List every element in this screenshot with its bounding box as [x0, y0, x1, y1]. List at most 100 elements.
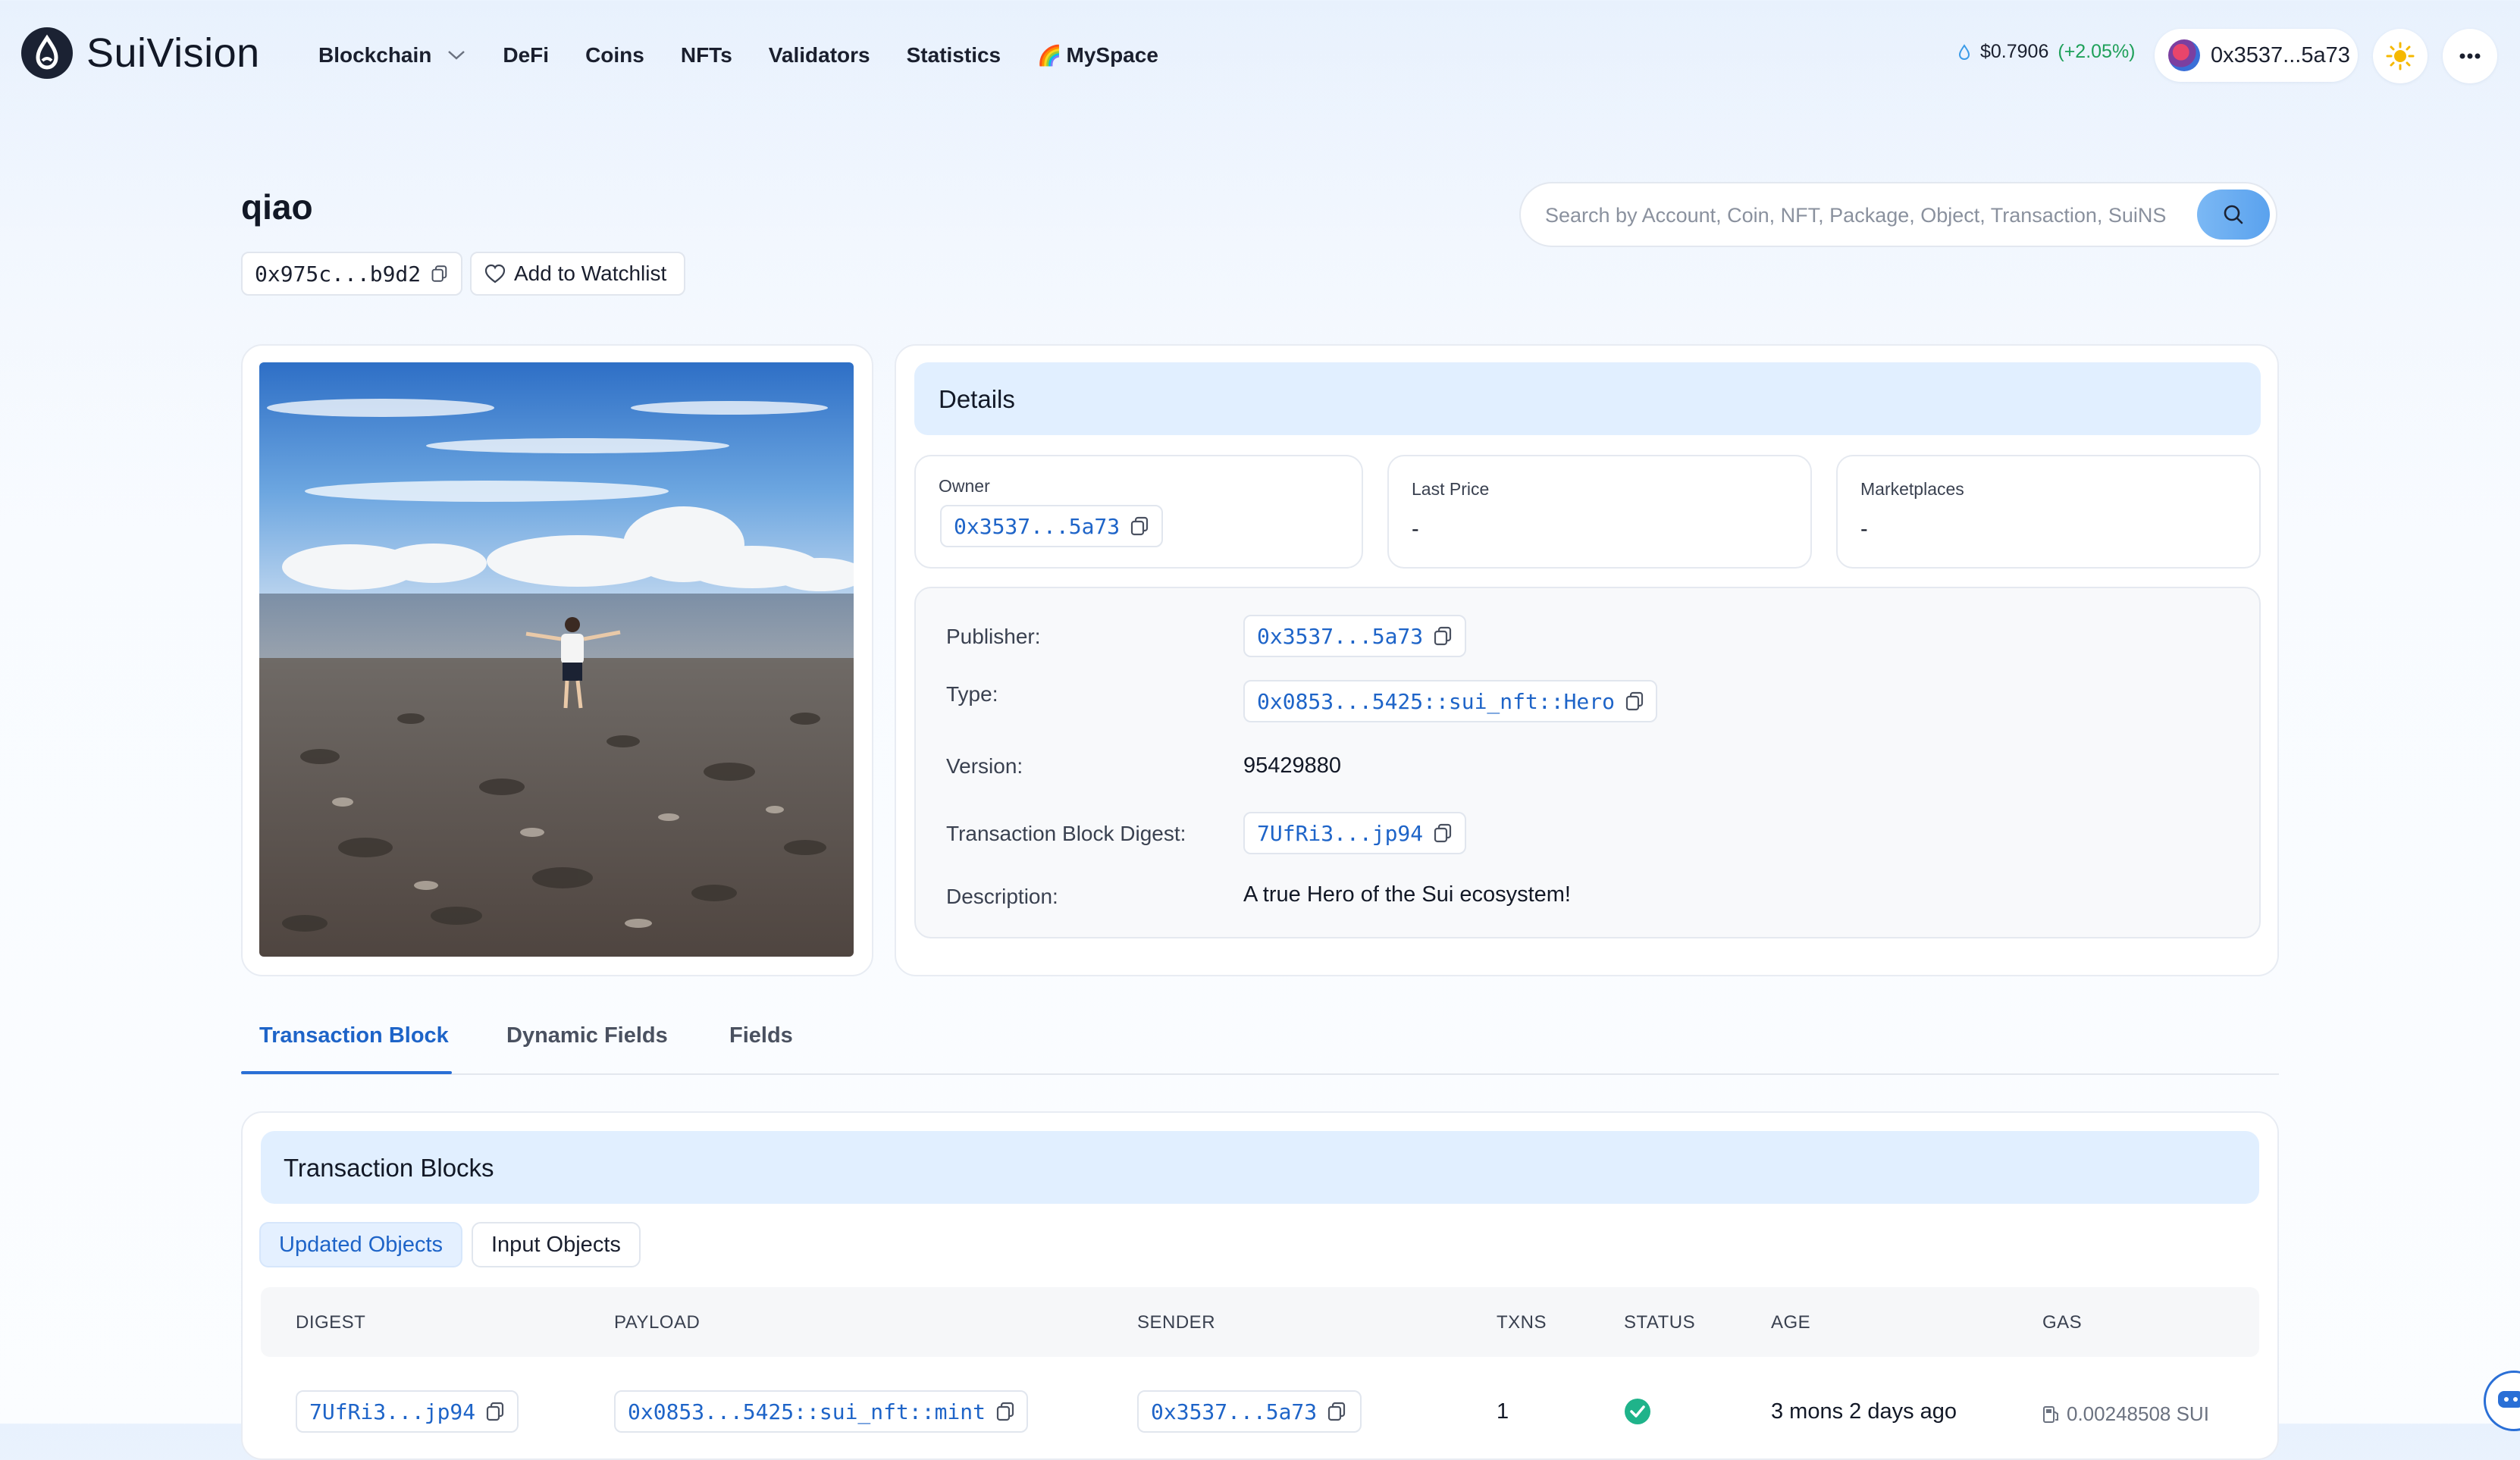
rainbow-icon: 🌈: [1037, 43, 1062, 67]
active-tab-indicator: [241, 1071, 452, 1074]
menu-coins[interactable]: Coins: [585, 38, 644, 73]
row-gas: 0.00248508 SUI: [2067, 1402, 2209, 1425]
description-label: Description:: [946, 885, 1058, 908]
wallet-address: 0x3537...5a73: [2211, 42, 2350, 67]
copy-icon[interactable]: [1326, 1401, 1347, 1422]
gas-pump-icon: [2043, 1405, 2058, 1423]
nft-image[interactable]: [259, 362, 854, 957]
object-id-chip[interactable]: 0x975c...b9d2: [241, 252, 462, 296]
copy-icon[interactable]: [430, 263, 449, 284]
tab-fields[interactable]: Fields: [729, 1023, 793, 1048]
column-status: STATUS: [1624, 1312, 1696, 1333]
search-input[interactable]: [1544, 196, 2183, 235]
row-txns: 1: [1497, 1399, 1509, 1424]
row-payload: 0x0853...5425::sui_nft::mint: [628, 1399, 986, 1424]
owner-label: Owner: [939, 476, 990, 496]
last-price-label: Last Price: [1412, 479, 1490, 499]
sui-price-ticker[interactable]: $0.7906 (+2.05%): [1957, 41, 2136, 63]
publisher-label: Publisher:: [946, 625, 1041, 648]
digest-label: Transaction Block Digest:: [946, 822, 1186, 845]
menu-coins-label: Coins: [585, 43, 644, 67]
marketplaces-box: Marketplaces -: [1836, 455, 2261, 569]
version-value: 95429880: [1243, 753, 1342, 778]
tab-divider: [241, 1073, 2279, 1075]
row-digest-chip[interactable]: 7UfRi3...jp94: [296, 1390, 519, 1433]
tab-transaction-block[interactable]: Transaction Block: [259, 1023, 449, 1048]
tab-dynamic-fields[interactable]: Dynamic Fields: [506, 1023, 668, 1048]
owner-address-chip[interactable]: 0x3537...5a73: [940, 505, 1163, 547]
chat-widget-button[interactable]: [2484, 1371, 2520, 1431]
filter-updated-objects[interactable]: Updated Objects: [259, 1222, 463, 1267]
more-dots-icon: [2459, 53, 2481, 59]
row-sender-chip[interactable]: 0x3537...5a73: [1137, 1390, 1362, 1433]
last-price-box: Last Price -: [1387, 455, 1812, 569]
logo[interactable]: SuiVision: [21, 27, 260, 79]
publisher-address: 0x3537...5a73: [1257, 623, 1424, 649]
wallet-button[interactable]: 0x3537...5a73: [2155, 29, 2358, 82]
copy-icon[interactable]: [1129, 515, 1150, 537]
avatar: [2168, 39, 2200, 71]
column-payload: PAYLOAD: [614, 1312, 701, 1333]
row-digest: 7UfRi3...jp94: [309, 1399, 476, 1424]
menu-validators-label: Validators: [768, 43, 870, 67]
type-label: Type:: [946, 682, 998, 706]
filter-input-objects[interactable]: Input Objects: [472, 1222, 641, 1267]
description-value: A true Hero of the Sui ecosystem!: [1243, 882, 1571, 907]
column-gas: GAS: [2042, 1312, 2083, 1333]
marketplaces-label: Marketplaces: [1860, 479, 1964, 499]
page-title: qiao: [241, 187, 313, 227]
menu-nfts-label: NFTs: [680, 43, 732, 67]
column-txns: TXNS: [1497, 1312, 1547, 1333]
transaction-blocks-title: Transaction Blocks: [284, 1154, 494, 1182]
publisher-chip[interactable]: 0x3537...5a73: [1243, 615, 1466, 657]
type-value: 0x0853...5425::sui_nft::Hero: [1257, 688, 1616, 714]
properties-panel: [914, 587, 2261, 938]
sui-logo-icon: [21, 27, 73, 79]
sun-icon: [2386, 42, 2415, 70]
menu-defi-label: DeFi: [503, 43, 550, 67]
search-button[interactable]: [2197, 190, 2270, 240]
copy-icon[interactable]: [1432, 625, 1453, 647]
version-label: Version:: [946, 754, 1023, 778]
theme-toggle-button[interactable]: [2373, 29, 2428, 83]
heart-icon: [484, 264, 506, 284]
sui-price: $0.7906: [1980, 41, 2049, 62]
more-button[interactable]: [2443, 29, 2497, 83]
logo-text: SuiVision: [86, 30, 260, 76]
column-age: AGE: [1771, 1312, 1811, 1333]
row-gas-cell: 0.00248508 SUI: [2042, 1402, 2209, 1426]
search-icon: [2224, 205, 2243, 224]
menu-statistics-label: Statistics: [906, 43, 1001, 67]
marketplaces-value: -: [1860, 517, 1868, 541]
digest-chip[interactable]: 7UfRi3...jp94: [1243, 812, 1466, 854]
copy-icon[interactable]: [1432, 822, 1453, 844]
chevron-down-icon: [448, 51, 465, 60]
menu-blockchain[interactable]: Blockchain: [318, 38, 466, 73]
object-id: 0x975c...b9d2: [255, 261, 422, 287]
chat-icon: [2498, 1391, 2520, 1408]
table-header: [261, 1287, 2259, 1357]
last-price-value: -: [1412, 517, 1419, 541]
menu-defi[interactable]: DeFi: [503, 38, 549, 73]
column-digest: DIGEST: [296, 1312, 366, 1333]
watchlist-label: Add to Watchlist: [514, 262, 667, 285]
digest-value: 7UfRi3...jp94: [1257, 820, 1424, 846]
copy-icon[interactable]: [995, 1401, 1016, 1422]
row-age: 3 mons 2 days ago: [1771, 1399, 1957, 1424]
sui-price-change: (+2.05%): [2058, 41, 2136, 62]
row-payload-chip[interactable]: 0x0853...5425::sui_nft::mint: [614, 1390, 1028, 1433]
copy-icon[interactable]: [1624, 691, 1645, 712]
sui-drop-icon: [1958, 43, 1970, 60]
transaction-blocks-header: [261, 1131, 2259, 1204]
details-header: [914, 362, 2261, 435]
copy-icon[interactable]: [484, 1401, 506, 1422]
add-to-watchlist-button[interactable]: Add to Watchlist: [470, 252, 685, 296]
menu-statistics[interactable]: Statistics: [907, 38, 1001, 73]
success-check-icon: [1624, 1398, 1651, 1429]
main-menu: Blockchain DeFi Coins NFTs Validators St…: [318, 38, 1195, 73]
type-chip[interactable]: 0x0853...5425::sui_nft::Hero: [1243, 680, 1657, 722]
menu-nfts[interactable]: NFTs: [681, 38, 732, 73]
menu-myspace[interactable]: 🌈 MySpace: [1037, 38, 1158, 73]
menu-validators[interactable]: Validators: [769, 38, 870, 73]
column-sender: SENDER: [1137, 1312, 1216, 1333]
